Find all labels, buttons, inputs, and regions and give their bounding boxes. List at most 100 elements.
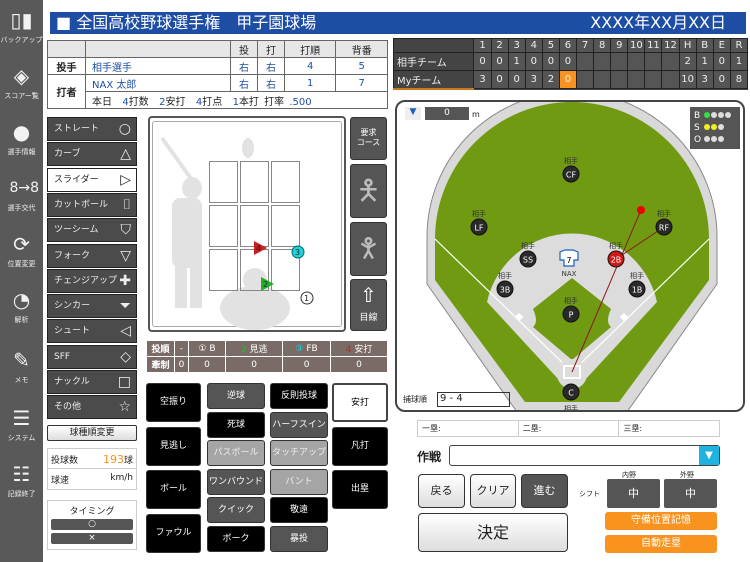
sidebar-score-list[interactable]: ◈ スコアー覧	[0, 60, 43, 110]
pitch-type-4[interactable]: ツーシーム ⛉	[47, 218, 137, 243]
outfield-shift-spinner[interactable]: 中	[664, 479, 717, 508]
label: 記録終了	[7, 490, 36, 498]
save-positions-button[interactable]: 守備位置記憶	[605, 512, 717, 530]
back-button[interactable]: 戻る	[418, 474, 465, 508]
throw: 右	[230, 74, 258, 92]
timing-ng-button[interactable]: ×	[51, 533, 133, 544]
third-base[interactable]: 三塁:	[619, 421, 719, 436]
action-button-ファウル[interactable]: ファウル	[146, 513, 201, 553]
clear-button[interactable]: クリア	[470, 474, 516, 508]
bso-label-o: O	[694, 135, 701, 145]
pitch-label: ストレート	[54, 124, 100, 134]
action-button-反則投球[interactable]: 反則投球	[270, 383, 328, 409]
inning-header: B	[695, 38, 714, 53]
pitch-type-5[interactable]: フォーク ▽	[47, 243, 137, 268]
pitch-type-3[interactable]: カットボール ⌷	[47, 192, 137, 217]
sidebar-position-change[interactable]: ⟳ 位置変更	[0, 228, 43, 278]
distance-spinner[interactable]: 0	[425, 107, 469, 120]
infield-shift-spinner[interactable]: 中	[607, 479, 660, 508]
request-course-button[interactable]: 要求 コース	[350, 117, 387, 160]
pitch-sequence-table: 投順 - ① B 2 見逃 ③ FB 4 安打 牽制 0 0 0 0 0	[146, 340, 388, 373]
action-button-空振り[interactable]: 空振り	[146, 383, 201, 422]
pitch-count-box: 投球数 193球 球速 km/h	[47, 448, 137, 490]
action-button-ワンバウンド[interactable]: ワンバウンド	[207, 468, 265, 495]
fielder-label: 1B	[632, 286, 643, 295]
batter-name[interactable]: NAX 太郎	[85, 74, 231, 92]
inning-header: 9	[610, 38, 629, 53]
action-button-死球[interactable]: 死球	[207, 411, 265, 438]
sidebar-memo[interactable]: ✎ メモ	[0, 344, 43, 394]
strike-zone-panel[interactable]: 1 2 3 4	[148, 116, 346, 332]
eye-line-button[interactable]: ⇧ 目線	[350, 279, 387, 331]
chevron-down-icon[interactable]: ▼	[699, 446, 719, 465]
pitch-type-11[interactable]: その他 ☆	[47, 395, 137, 420]
pitch-label: シュート	[54, 326, 91, 337]
first-base[interactable]: 一塁:	[418, 421, 519, 436]
auto-run-button[interactable]: 自動走塁	[605, 535, 717, 553]
sidebar-substitution[interactable]: 8→8 選手交代	[0, 172, 43, 222]
sidebar-system[interactable]: ☰ システム	[0, 402, 43, 452]
score-cell: 10	[678, 70, 697, 89]
pitch-type-0[interactable]: ストレート ○	[47, 117, 137, 141]
catch-order-input[interactable]: 9 - 4	[437, 392, 510, 407]
pitch-type-7[interactable]: シンカー ⏷	[47, 294, 137, 319]
count-lamp	[704, 112, 710, 118]
pitch-type-6[interactable]: チェンジアップ ✚	[47, 268, 137, 293]
position-change-icon: ⟳	[13, 232, 30, 256]
next-button[interactable]: 進む	[521, 474, 568, 508]
role: 打者	[47, 74, 86, 109]
pitcher-row[interactable]: 投手 相手選手右右 4 5	[47, 57, 388, 75]
batter-view-button[interactable]: 🯆	[350, 222, 387, 276]
sidebar-player-info[interactable]: ● 選手情報	[0, 116, 43, 166]
pitch-type-8[interactable]: シュート ◁	[47, 319, 137, 344]
distance-toggle[interactable]: ▼	[405, 107, 421, 120]
pitch-type-10[interactable]: ナックル □	[47, 370, 137, 394]
pitch-marker-number: 4	[256, 244, 261, 253]
action-button-タッチアップ[interactable]: タッチアップ	[270, 440, 328, 466]
action-button-見逃し[interactable]: 見逃し	[146, 426, 201, 466]
action-button-出塁[interactable]: 出塁	[332, 470, 388, 509]
count-lamp	[711, 124, 717, 130]
action-button-安打[interactable]: 安打	[332, 383, 388, 422]
pitch-type-2[interactable]: スライダー ▷	[47, 167, 137, 192]
pitch-type-1[interactable]: カーブ △	[47, 142, 137, 167]
label: 解析	[14, 316, 29, 324]
batter-row[interactable]: 打者 NAX 太郎右右 1 7	[47, 74, 388, 109]
pitch-label: ツーシーム	[54, 225, 99, 236]
pitch-type-9[interactable]: SFF ◇	[47, 344, 137, 369]
ball-landing-point[interactable]	[637, 206, 645, 214]
pitcher-view-button[interactable]: 🯅	[350, 164, 387, 218]
pitch-marker-number: 1	[304, 294, 309, 303]
action-button-バント[interactable]: バント	[270, 468, 328, 495]
decide-button[interactable]: 決定	[418, 513, 568, 552]
action-button-ハーフスイング[interactable]: ハーフスイング	[270, 411, 328, 454]
action-button-凡打[interactable]: 凡打	[332, 426, 388, 466]
field-panel[interactable]: CF 相手 LF 相手 SS 相手 2B 相手 RF 相手 3B 相手 1B 相手 P 相手 C 相手 7 NAX B S…	[395, 100, 745, 412]
role: 投手	[47, 57, 86, 75]
action-button-敬遠[interactable]: 敬遠	[270, 497, 328, 523]
action-button-ボール[interactable]: ボール	[146, 470, 201, 509]
inning-header: 10	[627, 38, 646, 53]
action-button-クイック[interactable]: クイック	[207, 497, 265, 523]
sidebar-backup[interactable]: ▯▮ バックアップ	[0, 4, 43, 54]
pitch-label: その他	[54, 402, 82, 413]
timing-ok-button[interactable]: ○	[51, 519, 133, 530]
second-base[interactable]: 二塁:	[519, 421, 620, 436]
action-button-暴投[interactable]: 暴投	[270, 525, 328, 552]
pitch-label: ナックル	[54, 377, 90, 387]
strategy-select[interactable]: ▼	[449, 445, 720, 466]
fielder-team: 相手	[657, 209, 671, 218]
sidebar-analysis[interactable]: ◔ 解析	[0, 284, 43, 334]
pitcher-name[interactable]: 相手選手	[85, 57, 231, 75]
score-cell: 0	[541, 52, 560, 71]
throw: 右	[230, 57, 258, 75]
sidebar-end-record[interactable]: ☷ 記録終了	[0, 458, 43, 508]
action-button-パスボール[interactable]: パスボール	[207, 440, 265, 466]
title-bar: ■ 全国高校野球選手権 甲子園球場 XXXX年XX月XX日	[50, 12, 746, 34]
score-cell: 3	[473, 70, 492, 89]
pitcher-icon: 🯅	[356, 174, 381, 207]
label: バックアップ	[0, 36, 43, 44]
reorder-pitches-button[interactable]: 球種順変更	[47, 425, 137, 441]
action-button-逆球[interactable]: 逆球	[207, 383, 265, 409]
action-button-ボーク[interactable]: ボーク	[207, 525, 265, 552]
